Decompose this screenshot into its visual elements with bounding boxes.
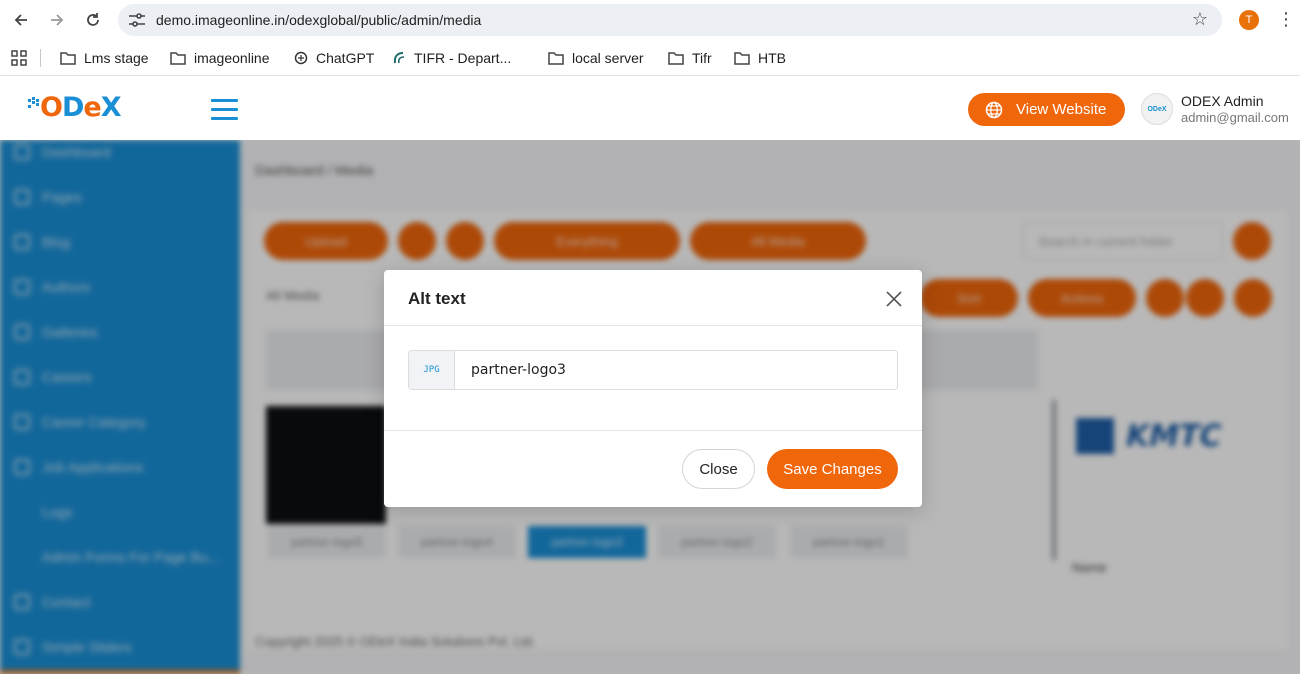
- browser-toolbar: demo.imageonline.in/odexglobal/public/ad…: [0, 0, 1300, 40]
- globe-icon: [985, 101, 1003, 118]
- folder-icon: [60, 51, 76, 65]
- close-button[interactable]: Close: [682, 449, 755, 489]
- reload-icon[interactable]: [81, 8, 105, 32]
- bookmark-lms-stage[interactable]: Lms stage: [60, 48, 149, 68]
- view-website-button[interactable]: View Website: [968, 93, 1125, 126]
- modal-divider-bottom: [384, 430, 922, 431]
- bookmarks-bar: Lms stage imageonline ChatGPT TIFR - Dep…: [0, 40, 1300, 76]
- bookmark-tifr-folder[interactable]: Tifr: [668, 48, 712, 68]
- bookmark-tifr[interactable]: TIFR - Depart...: [392, 48, 511, 68]
- bookmark-local-server[interactable]: local server: [548, 48, 644, 68]
- folder-icon: [548, 51, 564, 65]
- odex-logo[interactable]: ODeX: [28, 89, 122, 125]
- view-website-label: View Website: [1016, 101, 1107, 118]
- forward-icon[interactable]: [45, 8, 69, 32]
- folder-icon: [734, 51, 750, 65]
- bookmark-label: Tifr: [692, 50, 712, 66]
- chatgpt-icon: [294, 51, 308, 65]
- bookmark-label: Lms stage: [84, 50, 149, 66]
- site-settings-icon[interactable]: [128, 12, 146, 28]
- bookmark-htb[interactable]: HTB: [734, 48, 786, 68]
- browser-menu-icon[interactable]: ⋮: [1277, 8, 1295, 30]
- bookmark-star-icon[interactable]: ☆: [1192, 9, 1208, 30]
- user-email: admin@gmail.com: [1181, 110, 1289, 125]
- back-icon[interactable]: [9, 8, 33, 32]
- file-type-badge: JPG: [409, 351, 455, 389]
- close-icon[interactable]: [884, 289, 904, 309]
- apps-grid-icon[interactable]: [11, 50, 27, 66]
- user-name: ODEX Admin: [1181, 93, 1264, 109]
- logo-pixel-mark: [28, 97, 39, 108]
- tifr-icon: [392, 51, 406, 65]
- alt-text-modal: Alt text JPG Close Save Changes: [384, 270, 922, 507]
- profile-avatar[interactable]: T: [1239, 10, 1259, 30]
- sidebar-toggle-icon[interactable]: [211, 99, 238, 121]
- user-avatar[interactable]: ODeX: [1141, 93, 1173, 125]
- address-bar[interactable]: demo.imageonline.in/odexglobal/public/ad…: [118, 4, 1222, 36]
- logo-text: ODeX: [40, 91, 122, 123]
- bookmark-label: local server: [572, 50, 644, 66]
- bookmark-imageonline[interactable]: imageonline: [170, 48, 270, 68]
- modal-title: Alt text: [408, 289, 466, 308]
- bookmark-chatgpt[interactable]: ChatGPT: [294, 48, 374, 68]
- bookmark-label: HTB: [758, 50, 786, 66]
- bookmarks-divider: [40, 49, 41, 67]
- folder-icon: [170, 51, 186, 65]
- app-header: ODeX View Website ODeX ODEX Admin admin@…: [0, 77, 1300, 140]
- url-text: demo.imageonline.in/odexglobal/public/ad…: [156, 12, 482, 28]
- bookmark-label: TIFR - Depart...: [414, 50, 512, 66]
- alt-text-input[interactable]: [455, 351, 897, 389]
- bookmark-label: ChatGPT: [316, 50, 375, 66]
- alt-text-field: JPG: [408, 350, 898, 390]
- save-changes-button[interactable]: Save Changes: [767, 449, 898, 489]
- modal-divider-top: [384, 325, 922, 326]
- folder-icon: [668, 51, 684, 65]
- bookmark-label: imageonline: [194, 50, 270, 66]
